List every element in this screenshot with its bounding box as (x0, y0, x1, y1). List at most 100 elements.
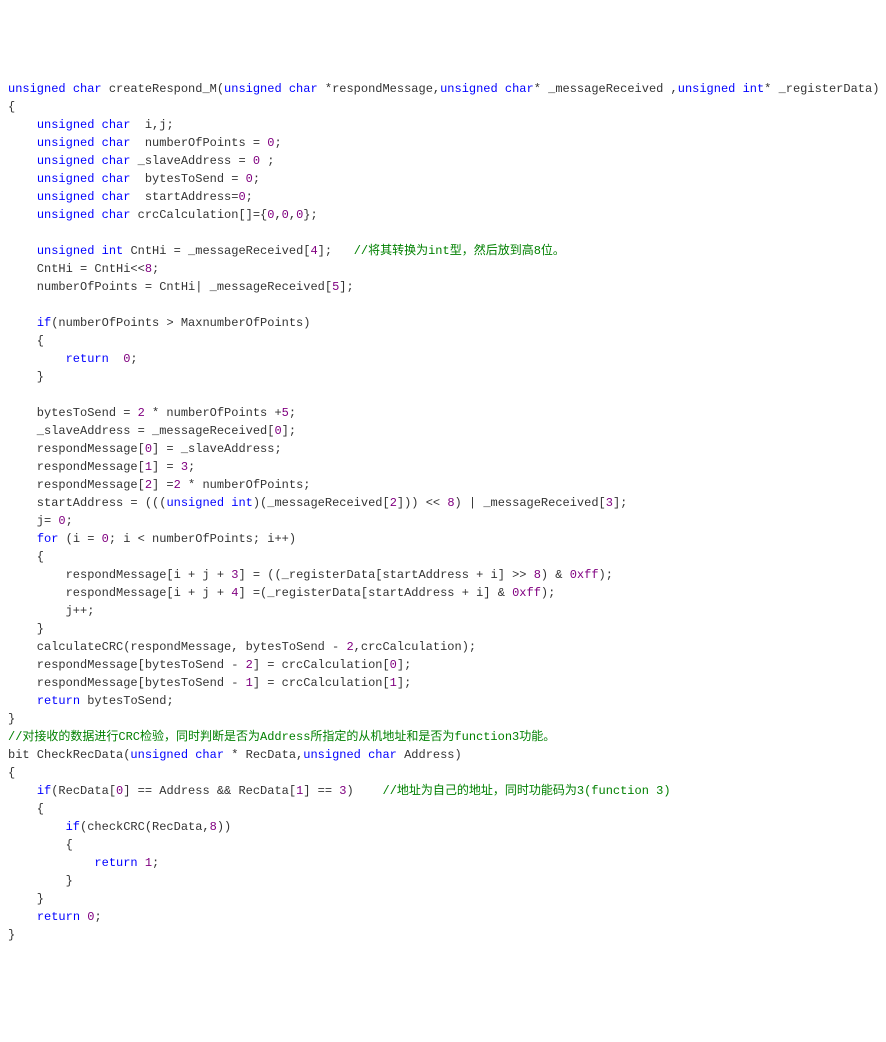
token-plain (8, 910, 37, 924)
code-line: respondMessage[0] = _slaveAddress; (8, 440, 878, 458)
token-plain (8, 352, 66, 366)
token-comment: //将其转换为int型，然后放到高8位。 (354, 244, 565, 258)
code-line (8, 224, 878, 242)
code-line: unsigned char createRespond_M(unsigned c… (8, 80, 878, 98)
code-line: { (8, 548, 878, 566)
token-plain: ]; (613, 496, 627, 510)
token-plain (8, 190, 37, 204)
code-line: //对接收的数据进行CRC检验，同时判断是否为Address所指定的从机地址和是… (8, 728, 878, 746)
code-line: { (8, 332, 878, 350)
token-kw: return (94, 856, 144, 870)
token-plain: _slaveAddress = _messageReceived[ (8, 424, 274, 438)
token-num: 1 (145, 856, 152, 870)
token-num: 0 (238, 190, 245, 204)
token-plain: , (274, 208, 281, 222)
token-plain: numberOfPoints = (145, 136, 267, 150)
token-num: 4 (310, 244, 317, 258)
token-num: 8 (210, 820, 217, 834)
code-line: respondMessage[1] = 3; (8, 458, 878, 476)
token-num: 8 (534, 568, 541, 582)
token-plain: respondMessage[ (8, 478, 145, 492)
token-plain (8, 820, 66, 834)
token-plain: CntHi = _messageReceived[ (130, 244, 310, 258)
code-line: calculateCRC(respondMessage, bytesToSend… (8, 638, 878, 656)
token-plain: respondMessage[i + j + (8, 586, 231, 600)
code-line: unsigned char startAddress=0; (8, 188, 878, 206)
code-line: } (8, 926, 878, 944)
token-plain: { (8, 802, 44, 816)
token-plain: respondMessage[i + j + (8, 568, 231, 582)
token-plain: _slaveAddress = (138, 154, 253, 168)
token-plain: ] = crcCalculation[ (253, 658, 390, 672)
token-plain: j++; (8, 604, 94, 618)
code-line: j= 0; (8, 512, 878, 530)
token-plain: * numberOfPoints + (145, 406, 282, 420)
token-plain (8, 316, 37, 330)
token-num: 0 (102, 532, 109, 546)
token-plain: respondMessage[bytesToSend - (8, 676, 246, 690)
token-num: 0 (246, 172, 253, 186)
code-line: return bytesToSend; (8, 692, 878, 710)
token-kw: unsigned (303, 748, 368, 762)
token-num: 2 (390, 496, 397, 510)
token-plain: (numberOfPoints > MaxnumberOfPoints) (51, 316, 310, 330)
token-num: 0 (282, 208, 289, 222)
token-num: 3 (606, 496, 613, 510)
token-type: char (102, 118, 145, 132)
token-num: 0 (253, 154, 260, 168)
token-kw: return (66, 352, 124, 366)
token-plain (8, 856, 94, 870)
token-plain: ); (599, 568, 613, 582)
code-line: numberOfPoints = CntHi| _messageReceived… (8, 278, 878, 296)
token-kw: unsigned (37, 208, 102, 222)
token-plain: } (8, 712, 15, 726)
token-type: char (505, 82, 534, 96)
token-num: 2 (346, 640, 353, 654)
token-plain: ]; (318, 244, 354, 258)
token-plain: , (289, 208, 296, 222)
token-type: char (195, 748, 231, 762)
token-num: 2 (145, 478, 152, 492)
token-plain (8, 694, 37, 708)
token-plain: ; (94, 910, 101, 924)
code-line: respondMessage[i + j + 4] =(_registerDat… (8, 584, 878, 602)
token-plain: { (8, 838, 73, 852)
code-line: } (8, 620, 878, 638)
token-num: 0 (58, 514, 65, 528)
code-line: { (8, 764, 878, 782)
token-kw: unsigned (678, 82, 743, 96)
code-line: bytesToSend = 2 * numberOfPoints +5; (8, 404, 878, 422)
token-plain: ]; (339, 280, 353, 294)
token-type: int (102, 244, 131, 258)
token-plain: } (8, 370, 44, 384)
token-num: 5 (282, 406, 289, 420)
token-num: 8 (447, 496, 454, 510)
code-line: respondMessage[i + j + 3] = ((_registerD… (8, 566, 878, 584)
code-line: } (8, 872, 878, 890)
code-line: unsigned char numberOfPoints = 0; (8, 134, 878, 152)
token-plain: ); (541, 586, 555, 600)
token-plain: ) & (541, 568, 570, 582)
token-kw: unsigned (130, 748, 195, 762)
token-plain: startAddress= (145, 190, 239, 204)
token-type: char (102, 154, 138, 168)
token-plain: ] == Address && RecData[ (123, 784, 296, 798)
token-num: 2 (174, 478, 181, 492)
token-type: char (102, 136, 145, 150)
token-num: 1 (246, 676, 253, 690)
token-plain: bit CheckRecData( (8, 748, 130, 762)
token-plain: ] =(_registerData[startAddress + i] & (238, 586, 512, 600)
token-plain: ] == (303, 784, 339, 798)
token-type: char (102, 172, 145, 186)
token-kw: return (37, 910, 87, 924)
token-plain (8, 172, 37, 186)
token-plain: (i = (66, 532, 102, 546)
code-line: if(numberOfPoints > MaxnumberOfPoints) (8, 314, 878, 332)
token-num: 0 (390, 658, 397, 672)
code-line: } (8, 710, 878, 728)
token-num: 0 (274, 424, 281, 438)
token-type: char (289, 82, 325, 96)
token-kw: if (37, 316, 51, 330)
code-line: { (8, 98, 878, 116)
token-kw: unsigned (37, 244, 102, 258)
